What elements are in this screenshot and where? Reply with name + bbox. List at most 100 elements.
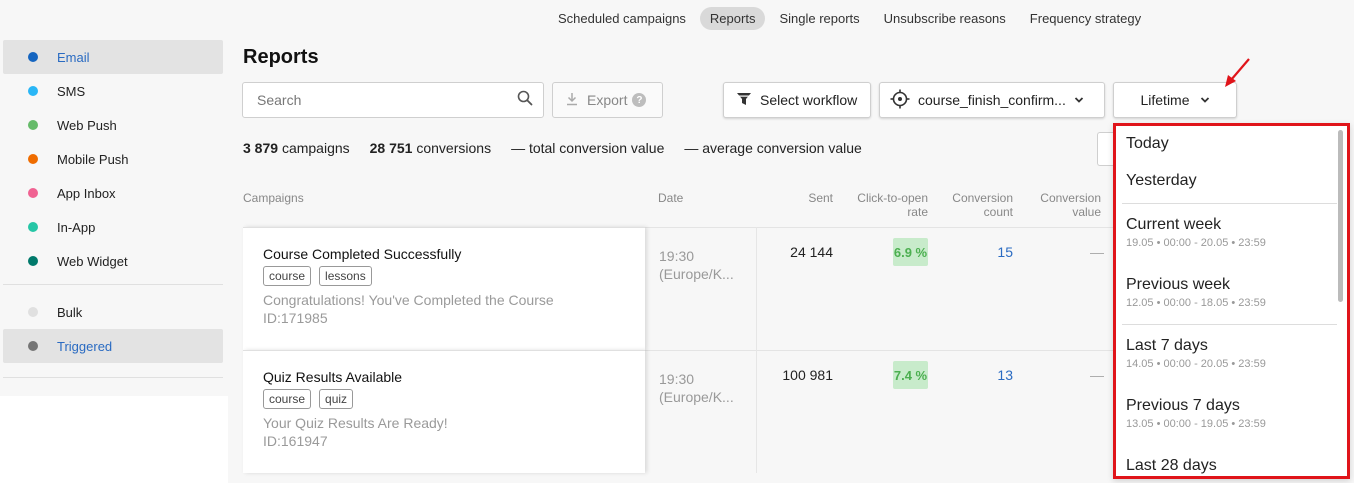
campaigns-stat: 3 879 campaigns	[243, 140, 350, 156]
option-range: 12.05 • 00:00 - 18.05 • 23:59	[1126, 297, 1266, 309]
tab-unsubscribe-reasons[interactable]: Unsubscribe reasons	[874, 7, 1016, 30]
conversions-stat: 28 751 conversions	[370, 140, 491, 156]
sidebar-item-label: In-App	[57, 219, 96, 235]
campaign-id: ID:161947	[263, 433, 328, 449]
sidebar: Email SMS Web Push Mobile Push App Inbox…	[0, 40, 228, 378]
select-workflow-label: Select workflow	[760, 92, 858, 108]
export-button[interactable]: Export ?	[552, 82, 663, 118]
column-header-conversion-count[interactable]: Conversion count	[940, 191, 1013, 219]
sidebar-item-email[interactable]: Email	[3, 40, 223, 74]
column-header-click-to-open-rate[interactable]: Click-to-open rate	[848, 191, 928, 219]
triggered-dot-icon	[28, 341, 38, 351]
sidebar-item-triggered[interactable]: Triggered	[3, 329, 223, 363]
option-label: Current week	[1126, 216, 1222, 233]
tab-reports[interactable]: Reports	[699, 7, 766, 30]
period-option-current-week[interactable]: Current week 19.05 • 00:00 - 20.05 • 23:…	[1116, 204, 1347, 264]
campaign-subject: Your Quiz Results Are Ready!	[263, 415, 448, 431]
campaign-selector[interactable]: course_finish_confirm...	[879, 82, 1105, 118]
top-nav: Scheduled campaigns Reports Single repor…	[548, 7, 1155, 30]
summary-stats: 3 879 campaigns 28 751 conversions — tot…	[243, 140, 882, 156]
period-option-last-7-days[interactable]: Last 7 days 14.05 • 00:00 - 20.05 • 23:5…	[1116, 325, 1347, 385]
sidebar-divider	[3, 284, 223, 285]
chevron-down-icon	[1074, 92, 1084, 108]
sidebar-item-mobile-push[interactable]: Mobile Push	[3, 142, 223, 176]
email-channel-dot-icon	[28, 52, 38, 62]
sidebar-item-web-push[interactable]: Web Push	[3, 108, 223, 142]
total-conversion-value: — total conversion value	[511, 140, 665, 156]
sidebar-item-app-inbox[interactable]: App Inbox	[3, 176, 223, 210]
option-label: Last 28 days	[1126, 457, 1217, 474]
campaign-id: ID:171985	[263, 310, 328, 326]
campaign-card[interactable]: Course Completed Successfully course les…	[243, 227, 645, 350]
average-conversion-value: — average conversion value	[684, 140, 862, 156]
option-label: Previous week	[1126, 276, 1231, 293]
header-line: Conversion	[1040, 191, 1101, 205]
option-range: 14.05 • 00:00 - 20.05 • 23:59	[1126, 358, 1266, 370]
period-option-last-28-days[interactable]: Last 28 days	[1116, 445, 1347, 476]
sidebar-item-in-app[interactable]: In-App	[3, 210, 223, 244]
web-push-channel-dot-icon	[28, 120, 38, 130]
sent-count: 24 144	[790, 244, 833, 260]
option-label: Today	[1126, 135, 1169, 152]
column-header-campaigns[interactable]: Campaigns	[243, 191, 304, 205]
annotation-arrow-icon	[1225, 58, 1250, 87]
sent-count: 100 981	[782, 367, 833, 383]
period-option-previous-7-days[interactable]: Previous 7 days 13.05 • 00:00 - 19.05 • …	[1116, 385, 1347, 445]
sidebar-footer-area	[0, 396, 228, 483]
sidebar-item-label: SMS	[57, 83, 86, 99]
header-line: rate	[907, 205, 928, 219]
page-title: Reports	[243, 46, 319, 68]
tag[interactable]: lessons	[319, 266, 372, 286]
tag[interactable]: quiz	[319, 389, 354, 409]
tab-single-reports[interactable]: Single reports	[769, 7, 869, 30]
campaigns-label: campaigns	[281, 140, 350, 156]
conversion-count-link[interactable]: 15	[970, 244, 1013, 260]
campaign-name[interactable]: Course Completed Successfully	[263, 246, 625, 262]
conversion-count-link[interactable]: 13	[970, 367, 1013, 383]
header-line: value	[1072, 205, 1101, 219]
filter-icon	[736, 91, 752, 110]
dropdown-scrollbar[interactable]	[1338, 130, 1343, 302]
column-header-conversion-value[interactable]: Conversion value	[1030, 191, 1101, 219]
option-label: Previous 7 days	[1126, 397, 1240, 414]
tag[interactable]: course	[263, 266, 312, 286]
select-workflow-button[interactable]: Select workflow	[723, 82, 871, 118]
tag[interactable]: course	[263, 389, 312, 409]
sms-channel-dot-icon	[28, 86, 38, 96]
campaign-tags: course quiz	[263, 389, 625, 409]
send-timezone: (Europe/K...	[659, 389, 734, 405]
search-box	[242, 82, 544, 118]
period-option-previous-week[interactable]: Previous week 12.05 • 00:00 - 18.05 • 23…	[1116, 264, 1347, 324]
sidebar-item-label: App Inbox	[57, 185, 116, 201]
sidebar-item-label: Web Widget	[57, 253, 128, 269]
column-header-date[interactable]: Date	[658, 191, 683, 205]
conversion-value: —	[1090, 367, 1104, 383]
app-inbox-channel-dot-icon	[28, 188, 38, 198]
download-icon	[565, 92, 579, 109]
period-selector[interactable]: Lifetime	[1113, 82, 1237, 118]
campaign-card[interactable]: Quiz Results Available course quiz Your …	[243, 350, 645, 473]
campaigns-count: 3 879	[243, 140, 279, 156]
conversion-value: —	[1090, 244, 1104, 260]
send-time: 19:30	[659, 371, 695, 387]
column-header-sent[interactable]: Sent	[790, 191, 833, 205]
option-range: 19.05 • 00:00 - 20.05 • 23:59	[1126, 237, 1266, 249]
sidebar-item-bulk[interactable]: Bulk	[3, 295, 223, 329]
help-icon[interactable]: ?	[632, 93, 647, 107]
sidebar-item-sms[interactable]: SMS	[3, 74, 223, 108]
search-input[interactable]	[257, 92, 517, 108]
tab-frequency-strategy[interactable]: Frequency strategy	[1020, 7, 1151, 30]
campaign-tags: course lessons	[263, 266, 625, 286]
bulk-dot-icon	[28, 307, 38, 317]
campaign-name[interactable]: Quiz Results Available	[263, 369, 625, 385]
click-to-open-rate-badge: 6.9 %	[893, 238, 928, 266]
tab-scheduled-campaigns[interactable]: Scheduled campaigns	[548, 7, 696, 30]
option-label: Last 7 days	[1126, 337, 1208, 354]
search-icon[interactable]	[517, 90, 533, 111]
sidebar-item-label: Mobile Push	[57, 151, 129, 167]
period-option-yesterday[interactable]: Yesterday	[1116, 163, 1347, 203]
sidebar-item-web-widget[interactable]: Web Widget	[3, 244, 223, 278]
header-line: Conversion	[952, 191, 1013, 205]
sidebar-item-label: Web Push	[57, 117, 117, 133]
period-option-today[interactable]: Today	[1116, 126, 1347, 163]
